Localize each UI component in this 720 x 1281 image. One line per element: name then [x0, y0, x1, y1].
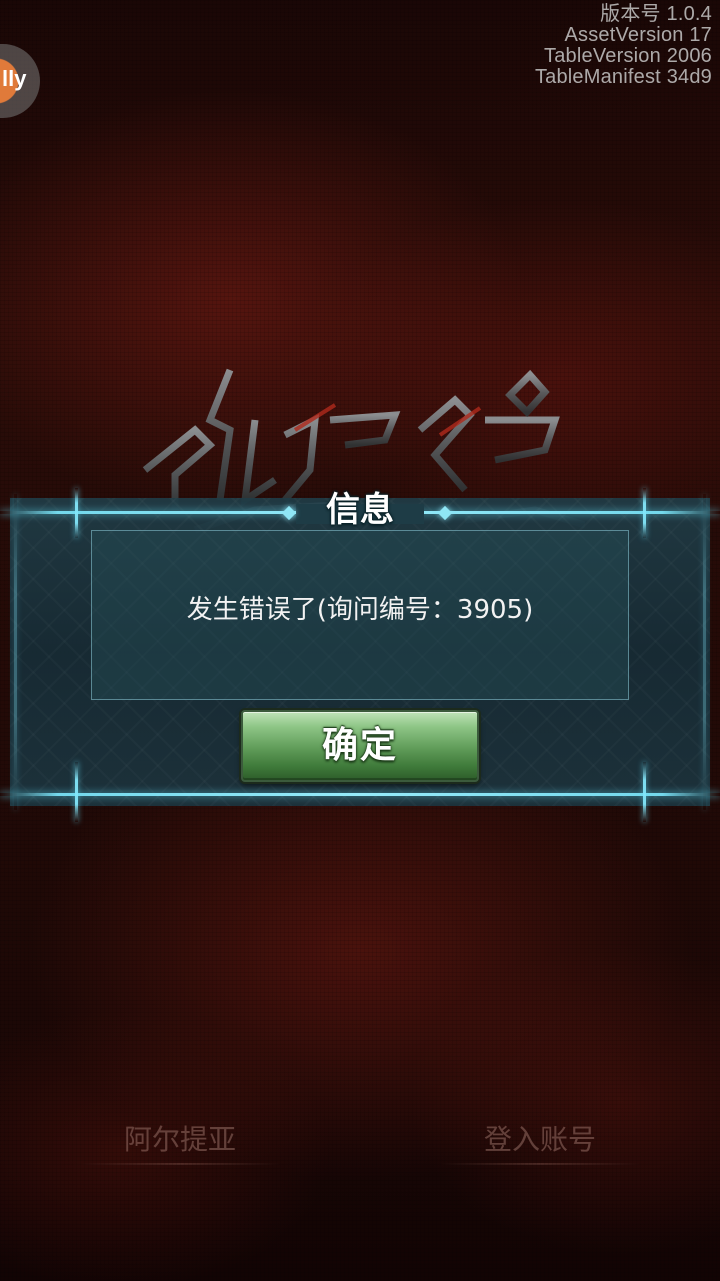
dialog-corner-post	[75, 488, 78, 538]
game-screen: 版本号 1.0.4 AssetVersion 17 TableVersion 2…	[0, 0, 720, 1281]
table-manifest: TableManifest 34d9	[534, 66, 712, 88]
confirm-button-label: 确定	[321, 725, 398, 766]
dialog-left-edge	[14, 494, 17, 810]
asset-version: AssetVersion 17	[564, 24, 712, 46]
dialog-bottom-border	[0, 793, 720, 796]
confirm-button[interactable]: 确定	[241, 710, 479, 782]
assistive-ball-icon[interactable]: lly	[0, 44, 40, 118]
dialog-right-edge	[703, 494, 706, 810]
login-account-button[interactable]: 登入账号	[455, 1120, 625, 1160]
server-select-button[interactable]: 阿尔提亚	[95, 1120, 265, 1160]
dialog-corner-post	[75, 762, 78, 822]
version-info: 版本号 1.0.4 AssetVersion 17 TableVersion 2…	[535, 4, 712, 88]
login-account-underline	[440, 1163, 640, 1165]
dialog-corner-post	[643, 762, 646, 822]
server-select-underline	[80, 1163, 280, 1165]
version-number: 版本号 1.0.4	[600, 3, 712, 25]
dialog-corner-post	[643, 488, 646, 538]
info-dialog: 信息 发生错误了(询问编号：3905) 确定	[0, 488, 720, 822]
table-version: TableVersion 2006	[544, 45, 712, 67]
error-message: 发生错误了(询问编号：3905)	[186, 595, 534, 625]
dialog-title: 信息	[326, 490, 394, 530]
assistive-ball-label: lly	[2, 66, 27, 91]
message-box: 发生错误了(询问编号：3905)	[91, 530, 629, 700]
